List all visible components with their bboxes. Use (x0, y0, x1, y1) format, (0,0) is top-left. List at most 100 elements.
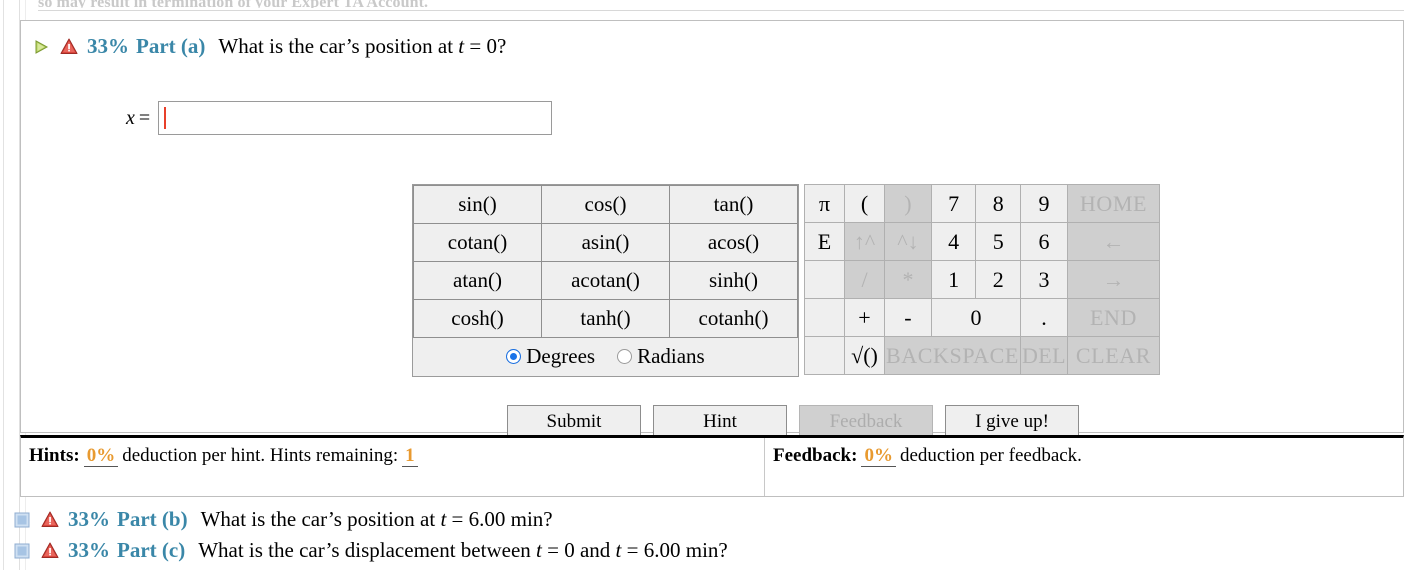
key-tan[interactable]: tan() (669, 185, 798, 224)
part-b-question: What is the car’s position at t = 6.00 m… (201, 507, 553, 532)
feedback-title: Feedback: (773, 445, 858, 466)
angle-mode-row: Degrees Radians (413, 337, 798, 376)
hints-remaining-count: 1 (402, 445, 418, 467)
hint-button[interactable]: Hint (653, 405, 787, 438)
hints-feedback-bar: Hints: 0% deduction per hint. Hints rema… (20, 435, 1404, 497)
feedback-section: Feedback: 0% deduction per feedback. (765, 438, 1403, 496)
part-a-card: 33% Part (a) What is the car’s position … (20, 20, 1404, 438)
collapsed-square-icon[interactable] (14, 512, 30, 528)
key-acos[interactable]: acos() (669, 223, 798, 262)
submit-button[interactable]: Submit (507, 405, 641, 438)
radio-radians[interactable] (617, 349, 633, 365)
feedback-description: deduction per feedback. (899, 445, 1082, 466)
part-b-question-prefix: What is the car’s position at (200, 507, 441, 531)
key-plus[interactable]: + (844, 298, 885, 337)
part-c-label: Part (c) (117, 538, 186, 562)
feedback-deduction-percent: 0% (861, 445, 896, 467)
part-b-row[interactable]: 33% Part (b) What is the car’s position … (14, 507, 553, 532)
key-sin[interactable]: sin() (413, 185, 542, 224)
part-c-percent: 33% (68, 538, 110, 562)
key-home: HOME (1066, 184, 1160, 223)
warning-triangle-icon (41, 542, 59, 558)
key-7[interactable]: 7 (930, 184, 977, 223)
key-atan[interactable]: atan() (413, 261, 542, 300)
key-blank-3 (804, 336, 845, 375)
key-decimal-point[interactable]: . (1019, 298, 1068, 337)
key-cosh[interactable]: cosh() (413, 299, 542, 338)
action-buttons: Submit Hint Feedback I give up! (507, 405, 1079, 438)
key-9[interactable]: 9 (1019, 184, 1068, 223)
key-minus[interactable]: - (884, 298, 932, 337)
clipped-policy-text: so may result in termination of your Exp… (38, 0, 1398, 8)
key-clear: CLEAR (1066, 336, 1160, 375)
key-superscript-up: ↑^ (844, 222, 885, 261)
hints-section: Hints: 0% deduction per hint. Hints rema… (21, 438, 765, 496)
function-keys-panel: sin() cos() tan() cotan() asin() acos() … (412, 184, 799, 377)
key-sinh[interactable]: sinh() (669, 261, 798, 300)
key-cotan[interactable]: cotan() (413, 223, 542, 262)
key-0[interactable]: 0 (930, 298, 1021, 337)
key-2[interactable]: 2 (975, 260, 1021, 299)
table-row: atan() acotan() sinh() (413, 261, 798, 300)
play-triangle-icon[interactable] (33, 39, 49, 55)
key-divide: / (844, 260, 885, 299)
key-8[interactable]: 8 (975, 184, 1021, 223)
radio-degrees[interactable] (506, 349, 522, 365)
table-row: / * 1 2 3 → (804, 260, 1160, 299)
key-end: END (1066, 298, 1160, 337)
part-b-label: Part (b) (117, 507, 188, 531)
collapsed-square-icon[interactable] (14, 543, 30, 559)
part-b-question-suffix: = 6.00 min? (446, 507, 553, 531)
key-backspace: BACKSPACE (884, 336, 1021, 375)
table-row: cosh() tanh() cotanh() (413, 299, 798, 338)
key-cos[interactable]: cos() (541, 185, 670, 224)
hints-description: deduction per hint. Hints remaining: (122, 445, 399, 466)
numeric-keypad-table: π ( ) 7 8 9 HOME E ↑^ ^↓ 4 5 6 ← / * 1 2… (804, 184, 1160, 375)
part-a-percent: 33% (87, 34, 129, 58)
function-keys-table: sin() cos() tan() cotan() asin() acos() … (413, 185, 798, 376)
key-tanh[interactable]: tanh() (541, 299, 670, 338)
key-blank-2 (804, 298, 845, 337)
table-row: π ( ) 7 8 9 HOME (804, 184, 1160, 223)
page-gutter-line-1 (3, 0, 4, 570)
warning-triangle-icon (60, 38, 78, 54)
answer-input[interactable] (158, 101, 553, 135)
key-6[interactable]: 6 (1019, 222, 1068, 261)
key-1[interactable]: 1 (930, 260, 977, 299)
key-e[interactable]: E (804, 222, 845, 261)
table-row: cotan() asin() acos() (413, 223, 798, 262)
part-c-question-mid: = 0 and (541, 538, 616, 562)
key-4[interactable]: 4 (930, 222, 977, 261)
key-multiply: * (884, 260, 932, 299)
key-3[interactable]: 3 (1019, 260, 1068, 299)
radio-radians-label: Radians (637, 344, 705, 369)
part-a-header: 33% Part (a) What is the car’s position … (33, 34, 506, 59)
key-5[interactable]: 5 (975, 222, 1021, 261)
part-a-question-prefix: What is the car’s position at (218, 34, 459, 58)
table-row: Degrees Radians (413, 337, 798, 376)
key-cotanh[interactable]: cotanh() (669, 299, 798, 338)
key-subscript-down: ^↓ (884, 222, 932, 261)
part-a-question: What is the car’s position at t = 0? (218, 34, 506, 59)
part-c-question-suffix: = 6.00 min? (621, 538, 728, 562)
key-pi[interactable]: π (804, 184, 845, 223)
key-open-paren[interactable]: ( (844, 184, 885, 223)
give-up-button[interactable]: I give up! (945, 405, 1079, 438)
key-asin[interactable]: asin() (541, 223, 670, 262)
key-acotan[interactable]: acotan() (541, 261, 670, 300)
key-arrow-right: → (1066, 260, 1160, 299)
key-sqrt[interactable]: √() (844, 336, 885, 375)
radio-degrees-label: Degrees (526, 344, 596, 369)
hints-title: Hints: (29, 445, 80, 466)
part-c-row[interactable]: 33% Part (c) What is the car’s displacem… (14, 538, 728, 563)
text-caret (164, 107, 167, 129)
part-b-percent: 33% (68, 507, 110, 531)
key-del: DEL (1019, 336, 1068, 375)
table-row: + - 0 . END (804, 298, 1160, 337)
key-close-paren: ) (884, 184, 932, 223)
key-arrow-left: ← (1066, 222, 1160, 261)
part-c-question-prefix: What is the car’s displacement between (198, 538, 537, 562)
key-blank-1 (804, 260, 845, 299)
calculator-panel: sin() cos() tan() cotan() asin() acos() … (412, 184, 1160, 377)
part-a-question-suffix: = 0? (464, 34, 507, 58)
